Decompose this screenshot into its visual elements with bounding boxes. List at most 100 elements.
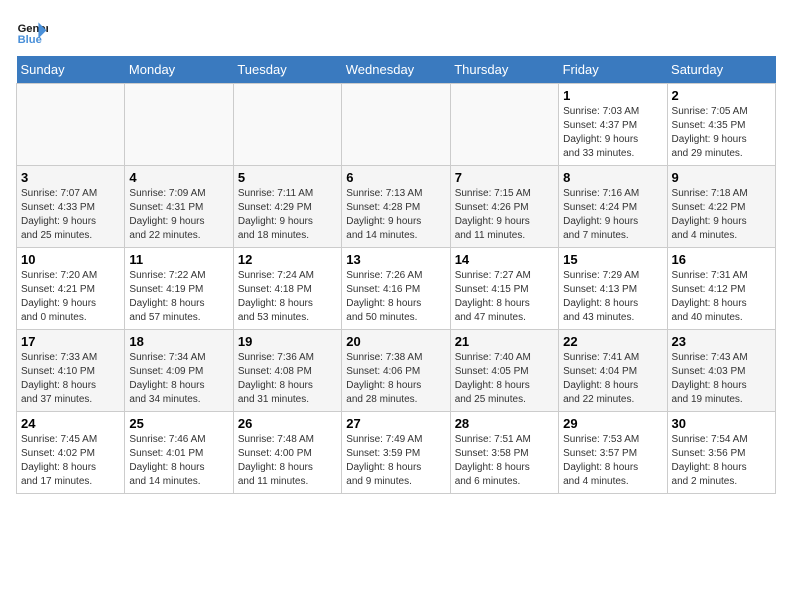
day-number: 1 (563, 88, 662, 103)
day-number: 22 (563, 334, 662, 349)
calendar-cell: 23Sunrise: 7:43 AM Sunset: 4:03 PM Dayli… (667, 330, 775, 412)
calendar-week-5: 24 Sunrise: 7:45 AM Sunset: 4:02 PM Dayli… (17, 412, 776, 494)
day-info: Sunrise: 7:24 AM Sunset: 4:18 PM Dayligh… (238, 269, 337, 325)
day-info: Sunrise: 7:54 AM Sunset: 3:56 PM Dayligh… (672, 433, 771, 489)
day-info: Sunrise: 7:33 AM Sunset: 4:10 PM Dayligh… (21, 351, 120, 407)
weekday-header-friday: Friday (559, 56, 667, 84)
day-info: Sunrise: 7:51 AM Sunset: 3:58 PM Dayligh… (455, 433, 554, 489)
day-info: Sunrise: 7:45 AM Sunset: 4:02 PM Dayligh… (21, 433, 120, 489)
calendar-cell: 20 Sunrise: 7:38 AM Sunset: 4:06 PM Dayli… (342, 330, 450, 412)
day-number: 19 (238, 334, 337, 349)
calendar-cell: 8 Sunrise: 7:16 AM Sunset: 4:24 PM Daylig… (559, 166, 667, 248)
day-number: 12 (238, 252, 337, 267)
day-number: 7 (455, 170, 554, 185)
calendar-cell: 2 Sunrise: 7:05 AM Sunset: 4:35 PM Daylig… (667, 84, 775, 166)
day-info: Sunrise: 7:09 AM Sunset: 4:31 PM Dayligh… (129, 187, 228, 243)
day-number: 26 (238, 416, 337, 431)
day-number: 29 (563, 416, 662, 431)
day-number: 18 (129, 334, 228, 349)
calendar-cell: 11 Sunrise: 7:22 AM Sunset: 4:19 PM Dayli… (125, 248, 233, 330)
day-info: Sunrise: 7:07 AM Sunset: 4:33 PM Dayligh… (21, 187, 120, 243)
day-info: Sunrise: 7:26 AM Sunset: 4:16 PM Dayligh… (346, 269, 445, 325)
calendar-cell: 6 Sunrise: 7:13 AM Sunset: 4:28 PM Daylig… (342, 166, 450, 248)
day-number: 5 (238, 170, 337, 185)
calendar-cell: 19 Sunrise: 7:36 AM Sunset: 4:08 PM Dayli… (233, 330, 341, 412)
day-info: Sunrise: 7:48 AM Sunset: 4:00 PM Dayligh… (238, 433, 337, 489)
day-number: 13 (346, 252, 445, 267)
header: General Blue (16, 16, 776, 48)
day-info: Sunrise: 7:11 AM Sunset: 4:29 PM Dayligh… (238, 187, 337, 243)
day-number: 2 (672, 88, 771, 103)
day-number: 21 (455, 334, 554, 349)
calendar-cell: 27 Sunrise: 7:49 AM Sunset: 3:59 PM Dayli… (342, 412, 450, 494)
calendar-week-4: 17Sunrise: 7:33 AM Sunset: 4:10 PM Dayli… (17, 330, 776, 412)
calendar-cell: 5 Sunrise: 7:11 AM Sunset: 4:29 PM Daylig… (233, 166, 341, 248)
calendar-week-3: 10 Sunrise: 7:20 AM Sunset: 4:21 PM Dayli… (17, 248, 776, 330)
logo: General Blue (16, 16, 48, 48)
day-number: 20 (346, 334, 445, 349)
calendar-cell: 29 Sunrise: 7:53 AM Sunset: 3:57 PM Dayli… (559, 412, 667, 494)
calendar-cell: 12 Sunrise: 7:24 AM Sunset: 4:18 PM Dayli… (233, 248, 341, 330)
calendar-cell (17, 84, 125, 166)
calendar-cell: 1 Sunrise: 7:03 AM Sunset: 4:37 PM Daylig… (559, 84, 667, 166)
day-number: 11 (129, 252, 228, 267)
weekday-header-row: SundayMondayTuesdayWednesdayThursdayFrid… (17, 56, 776, 84)
weekday-header-monday: Monday (125, 56, 233, 84)
weekday-header-saturday: Saturday (667, 56, 775, 84)
calendar-cell: 28 Sunrise: 7:51 AM Sunset: 3:58 PM Dayli… (450, 412, 558, 494)
day-info: Sunrise: 7:20 AM Sunset: 4:21 PM Dayligh… (21, 269, 120, 325)
day-number: 14 (455, 252, 554, 267)
day-info: Sunrise: 7:53 AM Sunset: 3:57 PM Dayligh… (563, 433, 662, 489)
day-info: Sunrise: 7:05 AM Sunset: 4:35 PM Dayligh… (672, 105, 771, 161)
day-info: Sunrise: 7:36 AM Sunset: 4:08 PM Dayligh… (238, 351, 337, 407)
weekday-header-sunday: Sunday (17, 56, 125, 84)
day-info: Sunrise: 7:18 AM Sunset: 4:22 PM Dayligh… (672, 187, 771, 243)
calendar-table: SundayMondayTuesdayWednesdayThursdayFrid… (16, 56, 776, 494)
calendar-cell (233, 84, 341, 166)
weekday-header-thursday: Thursday (450, 56, 558, 84)
calendar-cell: 21 Sunrise: 7:40 AM Sunset: 4:05 PM Dayli… (450, 330, 558, 412)
day-number: 15 (563, 252, 662, 267)
calendar-cell (342, 84, 450, 166)
calendar-cell (450, 84, 558, 166)
day-number: 10 (21, 252, 120, 267)
day-info: Sunrise: 7:43 AM Sunset: 4:03 PM Dayligh… (672, 351, 771, 407)
day-number: 24 (21, 416, 120, 431)
day-info: Sunrise: 7:40 AM Sunset: 4:05 PM Dayligh… (455, 351, 554, 407)
calendar-week-2: 3Sunrise: 7:07 AM Sunset: 4:33 PM Daylig… (17, 166, 776, 248)
day-number: 9 (672, 170, 771, 185)
day-info: Sunrise: 7:31 AM Sunset: 4:12 PM Dayligh… (672, 269, 771, 325)
day-number: 4 (129, 170, 228, 185)
calendar-cell: 4 Sunrise: 7:09 AM Sunset: 4:31 PM Daylig… (125, 166, 233, 248)
day-number: 25 (129, 416, 228, 431)
day-info: Sunrise: 7:34 AM Sunset: 4:09 PM Dayligh… (129, 351, 228, 407)
calendar-cell: 3Sunrise: 7:07 AM Sunset: 4:33 PM Daylig… (17, 166, 125, 248)
day-info: Sunrise: 7:38 AM Sunset: 4:06 PM Dayligh… (346, 351, 445, 407)
day-info: Sunrise: 7:03 AM Sunset: 4:37 PM Dayligh… (563, 105, 662, 161)
day-number: 28 (455, 416, 554, 431)
calendar-cell: 24 Sunrise: 7:45 AM Sunset: 4:02 PM Dayli… (17, 412, 125, 494)
calendar-week-1: 1 Sunrise: 7:03 AM Sunset: 4:37 PM Daylig… (17, 84, 776, 166)
day-number: 27 (346, 416, 445, 431)
calendar-cell: 16Sunrise: 7:31 AM Sunset: 4:12 PM Dayli… (667, 248, 775, 330)
day-number: 6 (346, 170, 445, 185)
day-info: Sunrise: 7:29 AM Sunset: 4:13 PM Dayligh… (563, 269, 662, 325)
calendar-cell: 22 Sunrise: 7:41 AM Sunset: 4:04 PM Dayli… (559, 330, 667, 412)
weekday-header-tuesday: Tuesday (233, 56, 341, 84)
calendar-cell: 7 Sunrise: 7:15 AM Sunset: 4:26 PM Daylig… (450, 166, 558, 248)
day-info: Sunrise: 7:16 AM Sunset: 4:24 PM Dayligh… (563, 187, 662, 243)
calendar-cell: 25 Sunrise: 7:46 AM Sunset: 4:01 PM Dayli… (125, 412, 233, 494)
day-info: Sunrise: 7:49 AM Sunset: 3:59 PM Dayligh… (346, 433, 445, 489)
calendar-cell: 17Sunrise: 7:33 AM Sunset: 4:10 PM Dayli… (17, 330, 125, 412)
weekday-header-wednesday: Wednesday (342, 56, 450, 84)
calendar-cell: 15 Sunrise: 7:29 AM Sunset: 4:13 PM Dayli… (559, 248, 667, 330)
day-info: Sunrise: 7:27 AM Sunset: 4:15 PM Dayligh… (455, 269, 554, 325)
day-info: Sunrise: 7:41 AM Sunset: 4:04 PM Dayligh… (563, 351, 662, 407)
day-info: Sunrise: 7:46 AM Sunset: 4:01 PM Dayligh… (129, 433, 228, 489)
calendar-cell: 18 Sunrise: 7:34 AM Sunset: 4:09 PM Dayli… (125, 330, 233, 412)
day-number: 8 (563, 170, 662, 185)
day-info: Sunrise: 7:22 AM Sunset: 4:19 PM Dayligh… (129, 269, 228, 325)
day-info: Sunrise: 7:15 AM Sunset: 4:26 PM Dayligh… (455, 187, 554, 243)
day-info: Sunrise: 7:13 AM Sunset: 4:28 PM Dayligh… (346, 187, 445, 243)
calendar-cell: 9 Sunrise: 7:18 AM Sunset: 4:22 PM Daylig… (667, 166, 775, 248)
